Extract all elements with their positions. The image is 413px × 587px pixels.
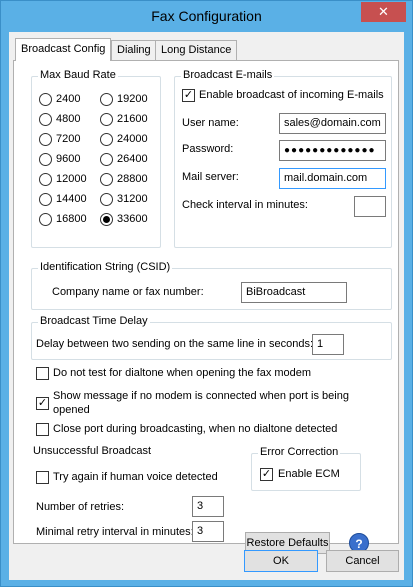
baud-rate-title: Max Baud Rate xyxy=(38,69,118,81)
help-icon: ? xyxy=(355,537,363,551)
retries-label: Number of retries: xyxy=(36,501,125,513)
broadcast-config-panel: Max Baud Rate Broadcast E-mails ✓ Enable… xyxy=(13,60,399,554)
retries-field[interactable]: 3 xyxy=(192,496,224,517)
interval-field[interactable] xyxy=(354,196,386,217)
csid-field[interactable]: BiBroadcast xyxy=(241,282,347,303)
tab-broadcast-config[interactable]: Broadcast Config xyxy=(15,38,112,61)
baud-radio-31200[interactable] xyxy=(100,193,113,206)
baud-label-16800: 16800 xyxy=(56,213,87,225)
time-delay-title: Broadcast Time Delay xyxy=(38,315,150,327)
error-correction-title: Error Correction xyxy=(258,446,341,458)
delay-label: Delay between two sending on the same li… xyxy=(36,338,314,350)
dialog-client: Broadcast Config Dialing Long Distance M… xyxy=(9,32,404,580)
baud-label-28800: 28800 xyxy=(117,173,148,185)
baud-label-12000: 12000 xyxy=(56,173,87,185)
check-mark-icon: ✓ xyxy=(37,397,48,409)
fax-config-window: Fax Configuration ✕ Broadcast Config Dia… xyxy=(0,0,413,587)
baud-radio-2400[interactable] xyxy=(39,93,52,106)
window-title: Fax Configuration xyxy=(151,8,262,24)
baud-radio-26400[interactable] xyxy=(100,153,113,166)
tab-label: Broadcast Config xyxy=(21,43,106,55)
enable-email-checkbox[interactable]: ✓ xyxy=(182,89,195,102)
tab-dialing[interactable]: Dialing xyxy=(111,40,157,60)
cancel-button[interactable]: Cancel xyxy=(326,550,399,572)
baud-label-7200: 7200 xyxy=(56,133,81,145)
baud-radio-7200[interactable] xyxy=(39,133,52,146)
baud-radio-33600[interactable] xyxy=(100,213,113,226)
minimal-retry-field[interactable]: 3 xyxy=(192,521,224,542)
baud-radio-12000[interactable] xyxy=(39,173,52,186)
no-dialtone-label: Do not test for dialtone when opening th… xyxy=(53,367,312,379)
emails-group: Broadcast E-mails xyxy=(174,69,392,248)
baud-label-19200: 19200 xyxy=(117,93,148,105)
show-message-label-line1: Show message if no modem is connected wh… xyxy=(53,390,349,402)
mail-server-label: Mail server: xyxy=(182,171,239,183)
baud-radio-21600[interactable] xyxy=(100,113,113,126)
baud-label-24000: 24000 xyxy=(117,133,148,145)
try-again-label: Try again if human voice detected xyxy=(53,471,218,483)
baud-label-33600: 33600 xyxy=(117,213,148,225)
password-label: Password: xyxy=(182,143,234,155)
mail-server-field[interactable]: mail.domain.com xyxy=(279,168,386,189)
no-dialtone-checkbox[interactable] xyxy=(36,367,49,380)
tab-long-distance[interactable]: Long Distance xyxy=(155,40,238,60)
baud-label-4800: 4800 xyxy=(56,113,81,125)
emails-title: Broadcast E-mails xyxy=(181,69,275,81)
baud-radio-19200[interactable] xyxy=(100,93,113,106)
enable-email-label: Enable broadcast of incoming E-mails xyxy=(199,89,384,101)
close-port-checkbox[interactable] xyxy=(36,423,49,436)
ok-button[interactable]: OK xyxy=(244,550,318,572)
username-label: User name: xyxy=(182,117,239,129)
baud-label-2400: 2400 xyxy=(56,93,81,105)
baud-label-21600: 21600 xyxy=(117,113,148,125)
username-field[interactable]: sales@domain.com xyxy=(279,113,386,134)
close-port-label: Close port during broadcasting, when no … xyxy=(53,423,338,435)
try-again-checkbox[interactable] xyxy=(36,471,49,484)
baud-label-31200: 31200 xyxy=(117,193,148,205)
baud-radio-9600[interactable] xyxy=(39,153,52,166)
baud-radio-14400[interactable] xyxy=(39,193,52,206)
check-mark-icon: ✓ xyxy=(261,468,272,480)
baud-label-9600: 9600 xyxy=(56,153,81,165)
password-field[interactable]: ●●●●●●●●●●●●● xyxy=(279,140,386,161)
baud-radio-24000[interactable] xyxy=(100,133,113,146)
baud-radio-4800[interactable] xyxy=(39,113,52,126)
csid-label: Company name or fax number: xyxy=(52,286,204,298)
tab-label: Long Distance xyxy=(161,44,232,56)
tab-label: Dialing xyxy=(117,44,151,56)
enable-ecm-label: Enable ECM xyxy=(278,468,340,480)
baud-radio-16800[interactable] xyxy=(39,213,52,226)
close-button[interactable]: ✕ xyxy=(361,2,406,22)
show-message-checkbox[interactable]: ✓ xyxy=(36,397,49,410)
show-message-label-line2: opened xyxy=(53,404,90,416)
enable-ecm-checkbox[interactable]: ✓ xyxy=(260,468,273,481)
unsuccessful-title: Unsuccessful Broadcast xyxy=(31,445,153,457)
check-mark-icon: ✓ xyxy=(183,89,194,101)
baud-label-26400: 26400 xyxy=(117,153,148,165)
baud-radio-28800[interactable] xyxy=(100,173,113,186)
interval-label: Check interval in minutes: xyxy=(182,199,308,211)
baud-label-14400: 14400 xyxy=(56,193,87,205)
delay-field[interactable]: 1 xyxy=(312,334,344,355)
close-icon[interactable]: ✕ xyxy=(378,4,389,19)
minimal-retry-label: Minimal retry interval in minutes: xyxy=(36,526,194,538)
csid-title: Identification String (CSID) xyxy=(38,261,173,273)
